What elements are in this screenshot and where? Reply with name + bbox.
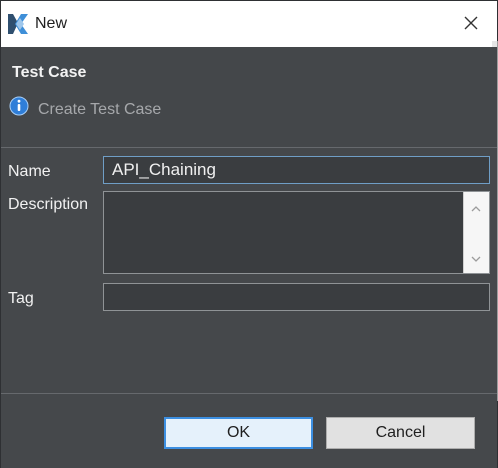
ok-button[interactable]: OK [164,417,313,449]
app-logo-icon [7,13,29,35]
name-label: Name [8,163,51,180]
info-icon [9,96,29,116]
dialog-heading: Test Case [12,64,87,81]
window-title: New [35,15,68,32]
scroll-down-icon[interactable] [470,253,482,265]
scroll-up-icon[interactable] [470,203,482,215]
description-scrollbar[interactable] [463,192,489,273]
tag-input[interactable] [103,283,490,311]
description-label: Description [8,196,89,213]
title-bar: New [1,1,497,47]
dialog-subtitle: Create Test Case [38,101,162,118]
dialog-header: Test Case Create Test Case [1,47,497,147]
tag-label: Tag [8,290,34,307]
new-test-case-dialog: New Test Case Create Test Case Name API_… [0,0,498,468]
close-button[interactable] [459,11,483,35]
cancel-button[interactable]: Cancel [326,417,475,449]
close-icon [464,16,478,30]
name-input[interactable]: API_Chaining [103,156,490,184]
description-textarea[interactable] [103,191,490,274]
